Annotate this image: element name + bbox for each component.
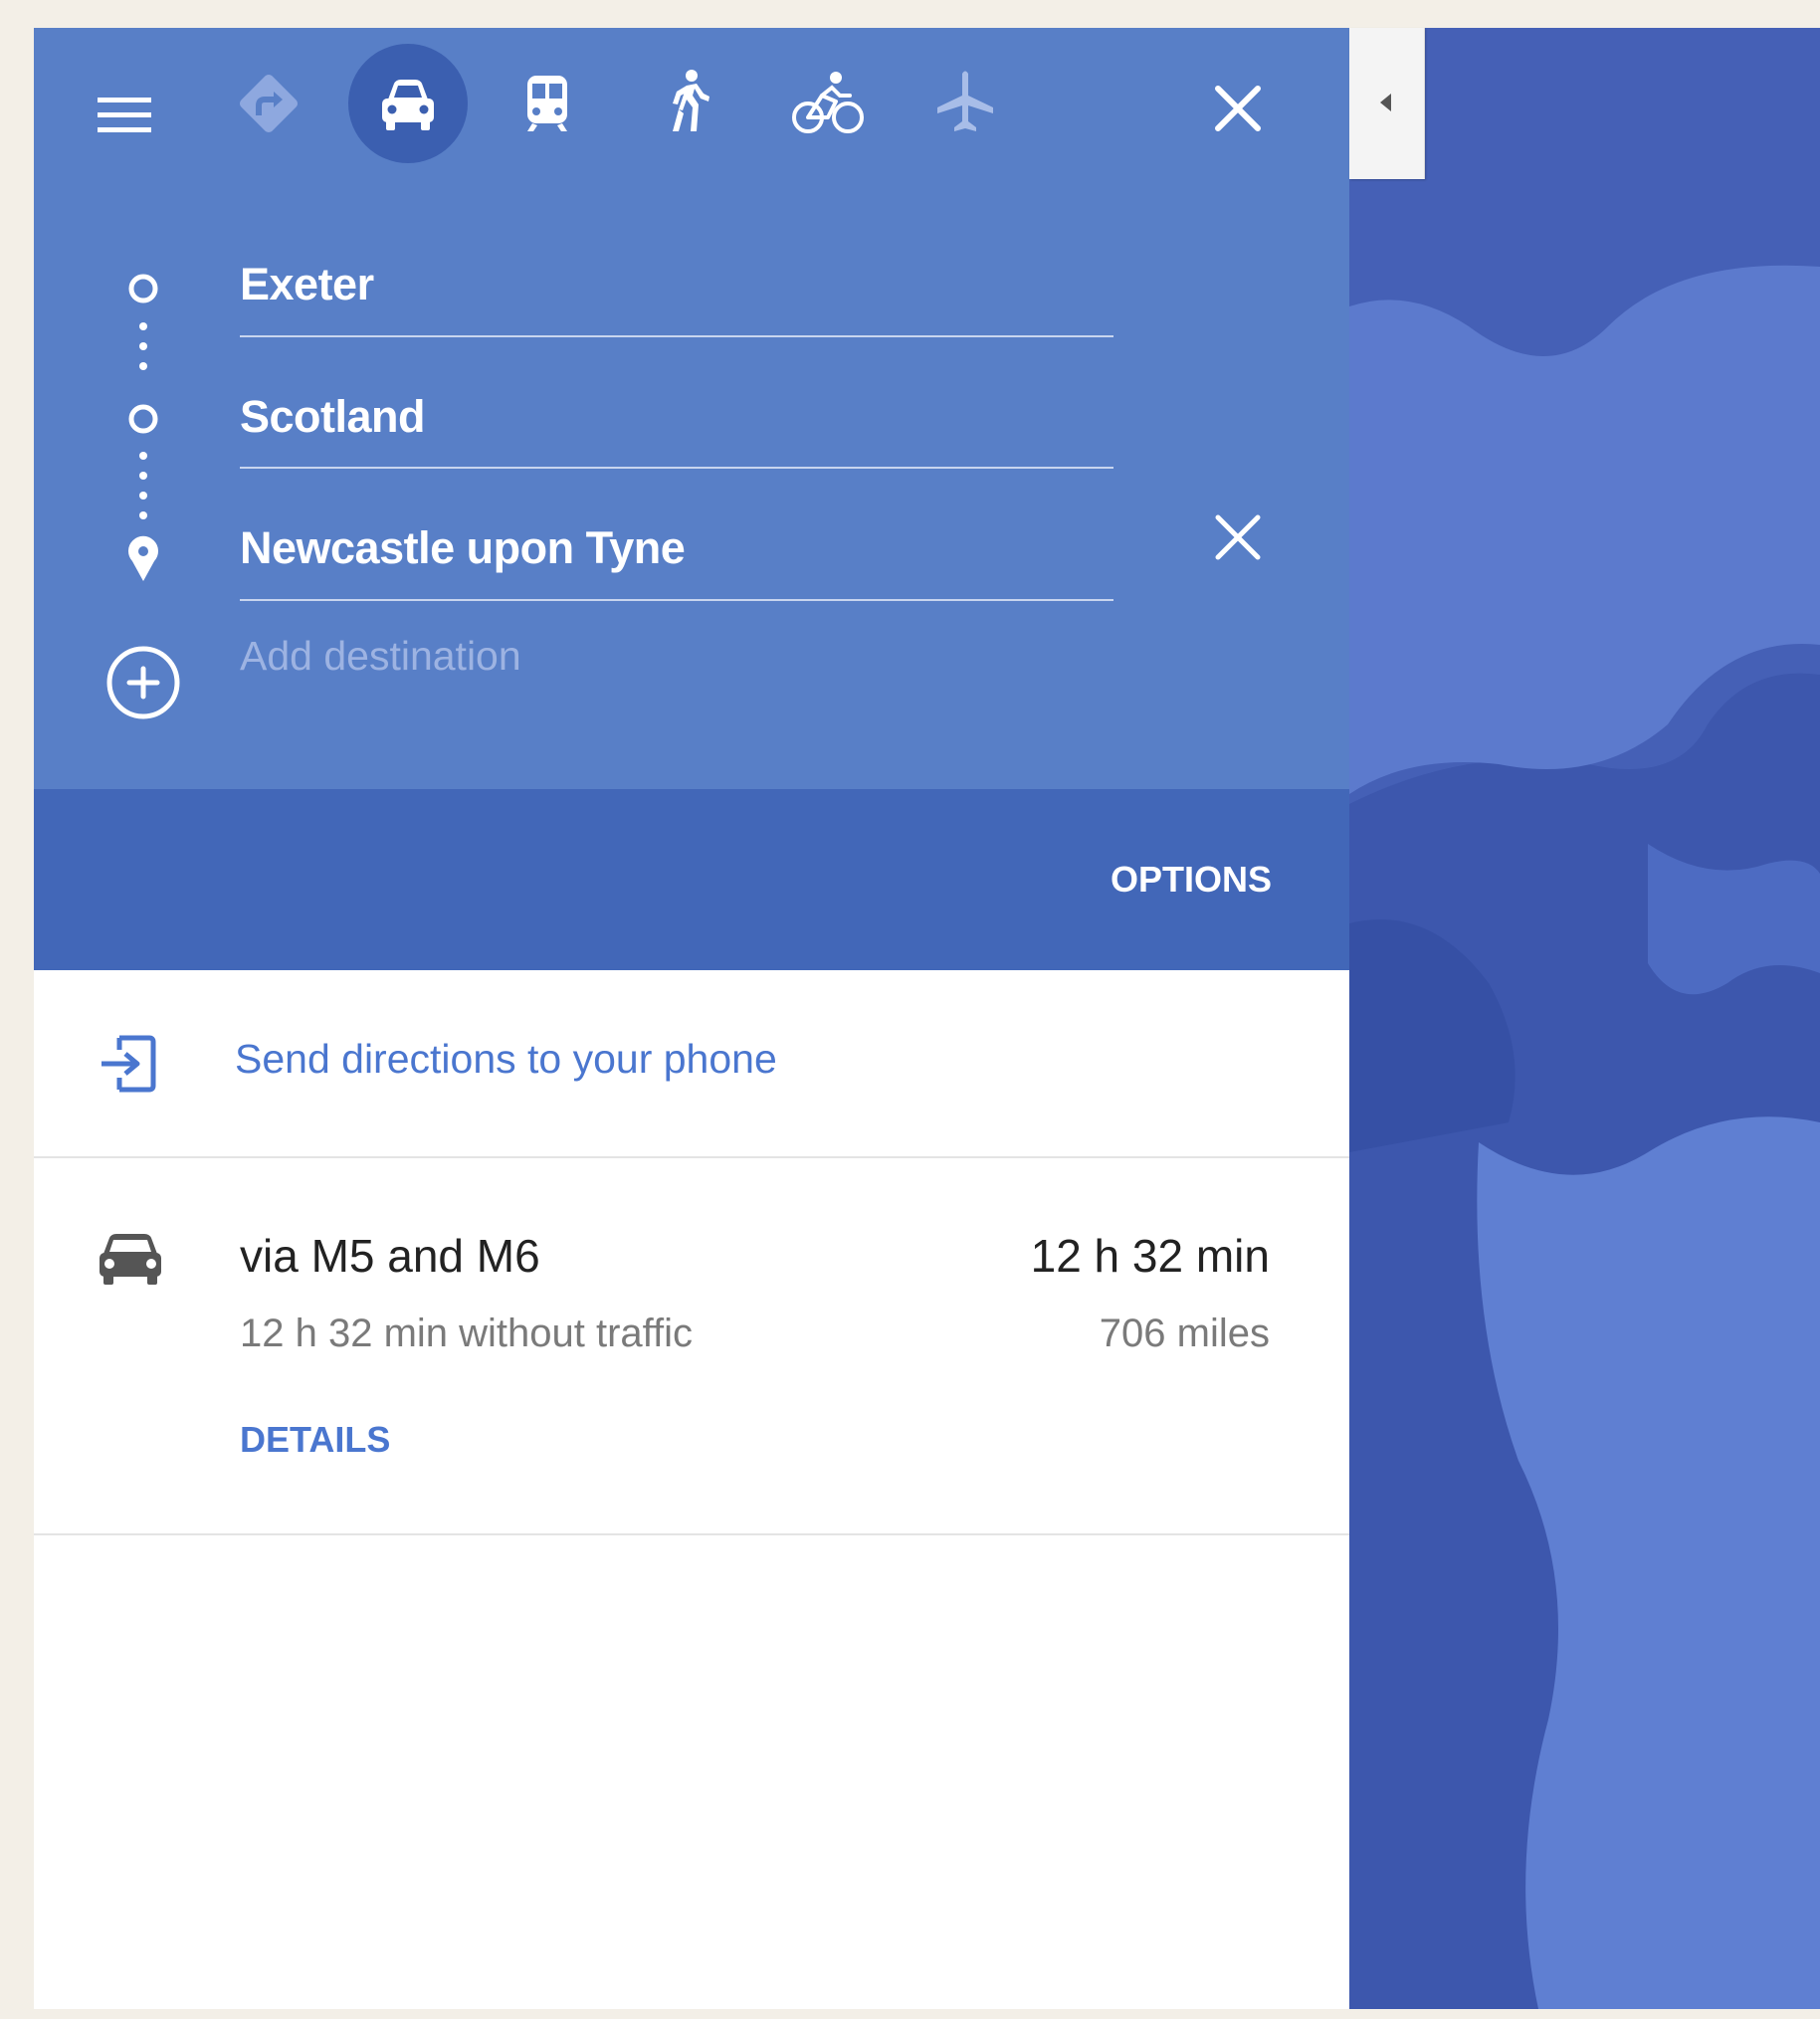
mode-best[interactable] <box>209 44 328 163</box>
route-name: via M5 and M6 <box>240 1230 540 1282</box>
map-view[interactable] <box>1349 28 1820 2009</box>
train-icon <box>527 76 567 131</box>
mode-flights[interactable] <box>906 44 1025 163</box>
waypoint-circle-icon <box>128 404 158 434</box>
maps-window: Exeter Scotland Newcastle upon Tyne Add … <box>34 28 1820 2009</box>
add-destination-icon[interactable] <box>103 643 183 722</box>
send-to-device-icon <box>101 1035 156 1093</box>
car-icon <box>382 80 434 130</box>
airplane-icon <box>937 71 993 131</box>
waypoint-input-underline <box>240 467 1113 469</box>
car-icon <box>100 1234 161 1285</box>
directions-diamond-icon <box>239 74 299 133</box>
walking-icon <box>673 70 709 131</box>
route-duration: 12 h 32 min <box>1030 1230 1270 1282</box>
waypoint-circle-icon <box>128 274 158 303</box>
route-details-link[interactable]: DETAILS <box>240 1419 390 1461</box>
origin-input[interactable]: Exeter <box>240 259 374 310</box>
close-directions-icon[interactable] <box>1203 74 1273 143</box>
mode-cycling[interactable] <box>766 44 886 163</box>
mode-driving[interactable] <box>348 44 468 163</box>
options-button[interactable]: OPTIONS <box>1111 859 1272 901</box>
origin-input-underline <box>240 335 1113 337</box>
destination-pin-icon <box>128 535 158 581</box>
send-directions-label[interactable]: Send directions to your phone <box>235 1036 777 1083</box>
menu-icon[interactable] <box>90 80 159 149</box>
satellite-terrain <box>1349 28 1820 2009</box>
mode-walking[interactable] <box>627 44 746 163</box>
destination-input-underline <box>240 599 1113 601</box>
add-destination-input[interactable]: Add destination <box>240 633 521 680</box>
route-connector <box>128 274 158 581</box>
remove-destination-icon[interactable] <box>1203 503 1273 572</box>
collapse-panel-button[interactable] <box>1349 28 1425 179</box>
route-distance: 706 miles <box>1099 1312 1270 1355</box>
route-duration-without-traffic: 12 h 32 min without traffic <box>240 1312 694 1355</box>
bicycle-icon <box>792 72 864 133</box>
mode-transit[interactable] <box>488 44 607 163</box>
directions-panel: Exeter Scotland Newcastle upon Tyne Add … <box>34 28 1349 2009</box>
caret-left-icon <box>1380 94 1391 111</box>
directions-header: Exeter Scotland Newcastle upon Tyne Add … <box>34 28 1349 789</box>
waypoint-input[interactable]: Scotland <box>240 391 426 443</box>
destination-input[interactable]: Newcastle upon Tyne <box>240 522 686 574</box>
